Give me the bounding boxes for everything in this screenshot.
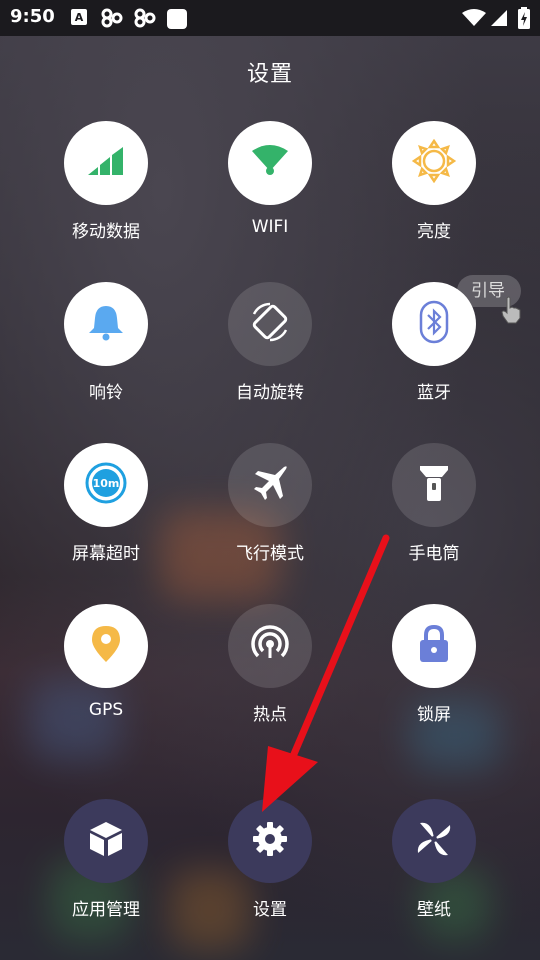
red-arrow-annotation bbox=[262, 534, 390, 812]
